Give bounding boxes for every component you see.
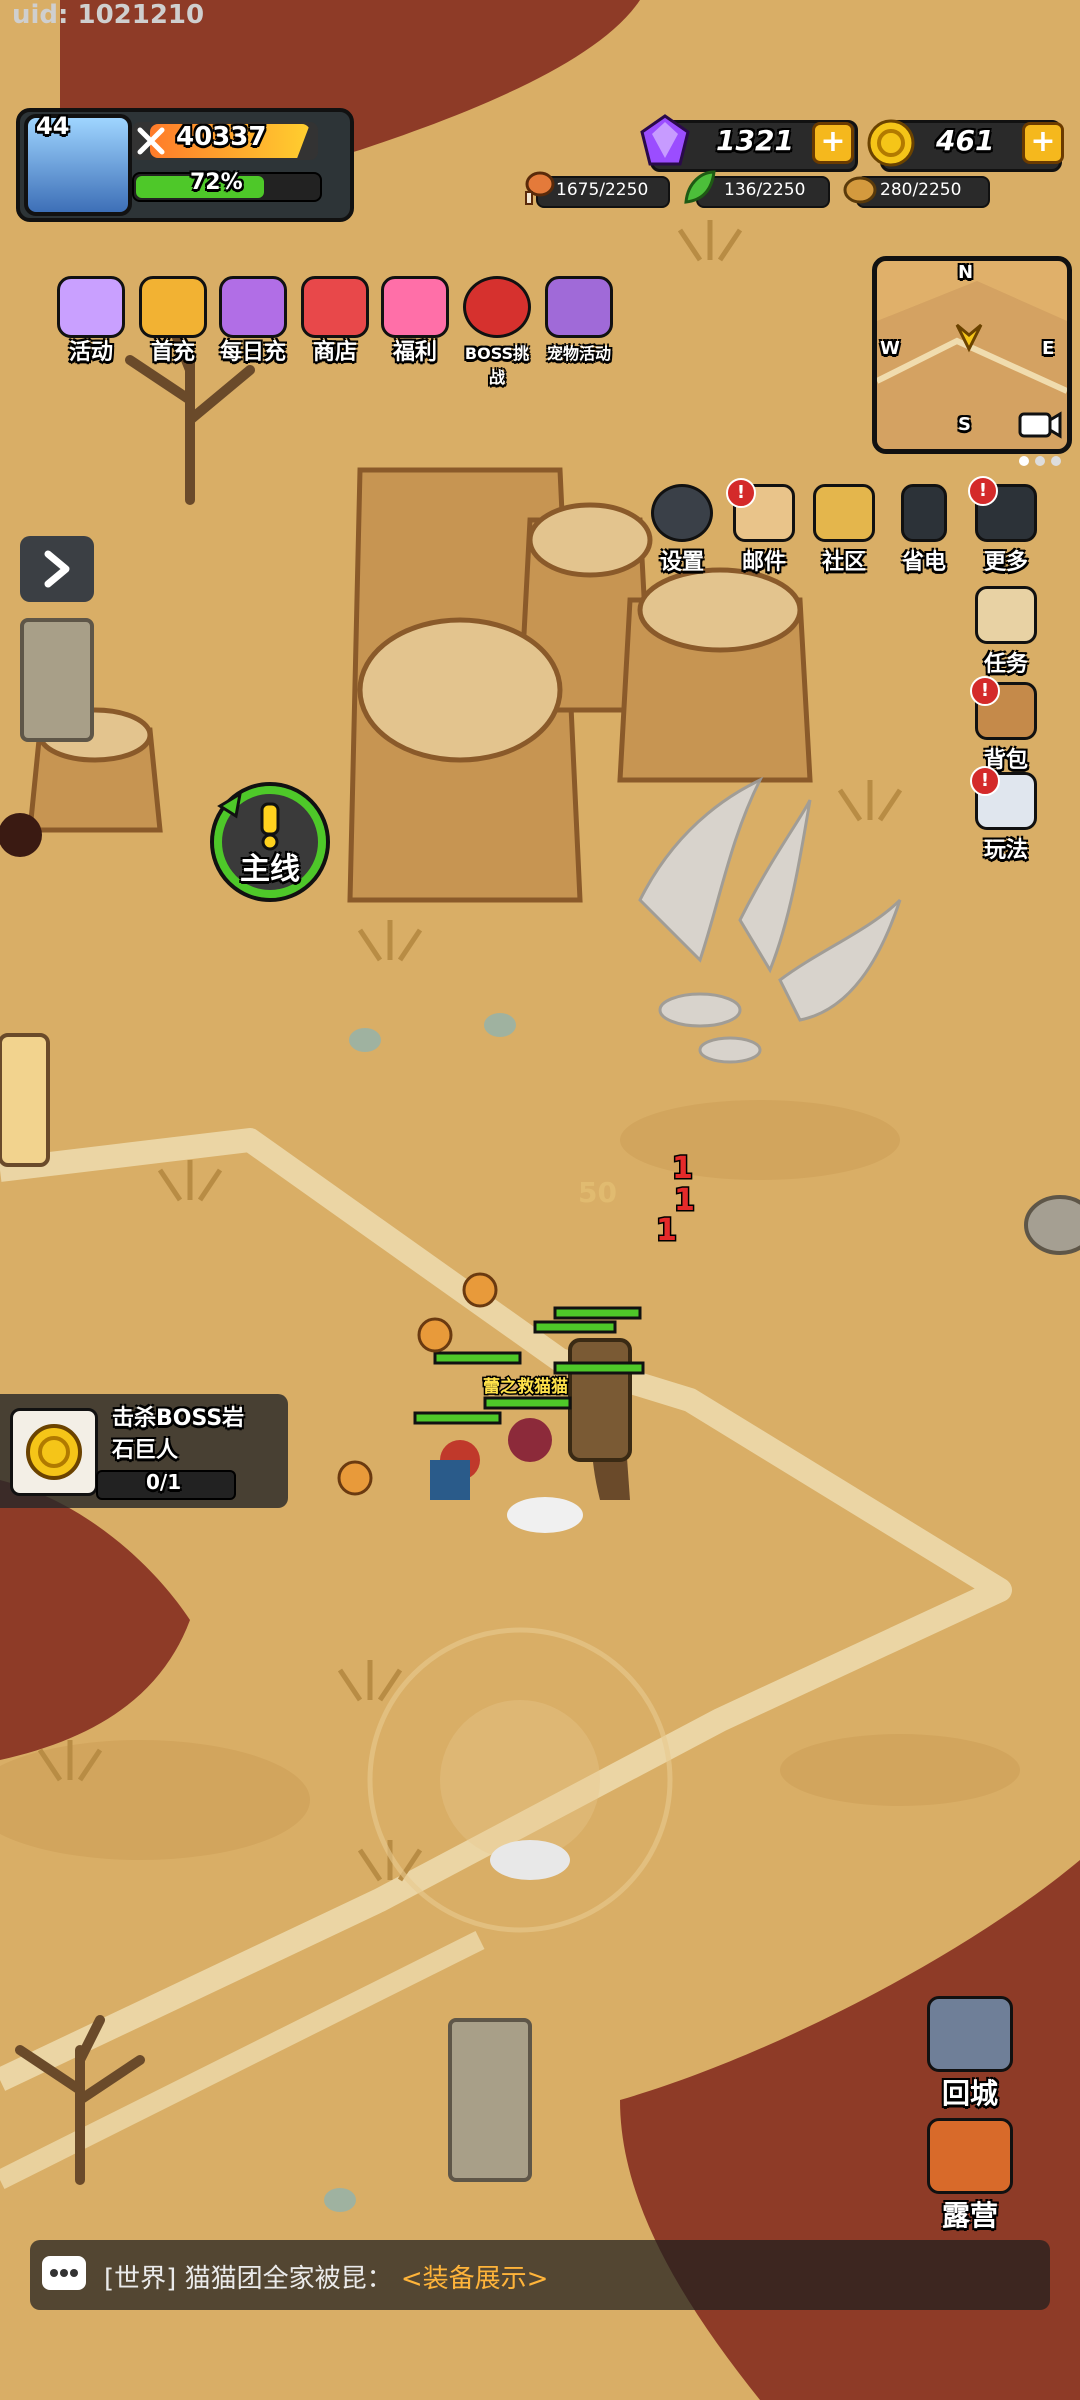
chat-bubble-icon[interactable] [42,2256,86,2290]
drumstick-icon [520,168,556,208]
task-button[interactable]: 任务 [970,586,1042,678]
chevron-right-icon [44,550,70,588]
wood-value: 136/2250 [724,180,806,200]
add-gems-button[interactable]: + [812,122,854,164]
scroll-icon [975,586,1037,644]
menu-label: 活动 [68,340,113,365]
menu-label: 每日充 [219,340,286,365]
ally-name-label: 蕾之救猫猫 [483,1376,568,1397]
map-number-label: 50 [578,1176,617,1209]
camera-icon[interactable] [1018,400,1062,442]
ore-value: 280/2250 [880,180,962,200]
gem-icon [640,114,690,168]
uid-label: uid: 1021210 [12,0,205,30]
return-city-button[interactable]: 回城 [922,1996,1018,2112]
main-quest-label: 主线 [240,852,300,887]
mail-notification-badge: ! [726,478,756,508]
more-notification-badge: ! [968,476,998,506]
menu-event-button[interactable]: 活动 [54,276,128,366]
power-save-label: 省电 [901,550,946,575]
pet-event-icon [545,276,613,338]
gameplay-notification-badge: ! [970,766,1000,796]
portal-icon [927,1996,1013,2072]
ore-icon [842,168,878,208]
backpack-notification-badge: ! [970,676,1000,706]
camp-button[interactable]: 露营 [922,2118,1018,2234]
community-button[interactable]: 社区 [808,484,880,576]
menu-label: BOSS挑战 [464,344,530,387]
chat-channel: [世界] [104,2264,177,2294]
gameplay-label: 玩法 [983,838,1028,863]
minimap-north: N [958,262,974,283]
settings-button[interactable]: 设置 [646,484,718,576]
return-city-label: 回城 [941,2077,998,2110]
menu-label: 商店 [312,340,357,365]
add-gold-button[interactable]: + [1022,122,1064,164]
damage-number: 1 [672,1151,693,1186]
menu-welfare-button[interactable]: 福利 [378,276,452,366]
player-level: 44 [36,112,70,140]
gear-icon [651,484,713,542]
first-recharge-icon [139,276,207,338]
damage-number: 1 [656,1213,677,1248]
camp-label: 露营 [941,2199,998,2232]
chat-sender: 猫猫团全家被昆： [184,2264,393,2294]
more-label: 更多 [983,550,1028,575]
menu-first-recharge-button[interactable]: 首充 [136,276,210,366]
menu-label: 宠物活动 [546,344,611,363]
menu-pet-event-button[interactable]: 宠物活动 [542,276,616,366]
minimap-east: E [1042,338,1055,359]
chat-message: [世界] 猫猫团全家被昆： <装备展示> [104,2258,548,2295]
mail-label: 邮件 [741,550,786,575]
menu-label: 福利 [392,340,437,365]
power-save-button[interactable]: 省电 [888,484,960,576]
menu-boss-challenge-button[interactable]: BOSS挑战 [460,276,534,387]
tent-icon [927,2118,1013,2194]
exp-percent: 72% [190,170,243,195]
community-label: 社区 [821,550,866,575]
gold-count: 461 [936,124,995,157]
minimap-page-dots [1018,452,1066,466]
quest-objective-line1: 击杀BOSS岩 [112,1406,245,1431]
expand-menu-button[interactable] [20,536,94,602]
minimap-west: W [880,338,900,359]
chat-item-link[interactable]: <装备展示> [401,2264,549,2294]
quest-objective-line2: 石巨人 [112,1438,179,1463]
shop-icon [301,276,369,338]
menu-shop-button[interactable]: 商店 [298,276,372,366]
task-label: 任务 [983,652,1028,677]
leaf-icon [682,168,718,208]
gift-icon [381,276,449,338]
gold-coin-icon [866,118,916,168]
menu-label: 首充 [150,340,195,365]
community-icon [813,484,875,542]
quest-progress-text: 0/1 [146,1470,182,1494]
boss-challenge-icon [463,276,531,338]
food-value: 1675/2250 [556,180,649,200]
settings-label: 设置 [659,550,704,575]
quest-reward-icon [10,1408,98,1496]
daily-recharge-icon [219,276,287,338]
event-icon [57,276,125,338]
minimap-south: S [958,414,971,435]
battery-icon [901,484,947,542]
gem-count: 1321 [716,124,794,157]
menu-daily-recharge-button[interactable]: 每日充 [216,276,290,366]
damage-number: 1 [674,1183,695,1218]
combat-power: 40337 [176,122,267,152]
crossed-swords-icon [136,126,166,156]
